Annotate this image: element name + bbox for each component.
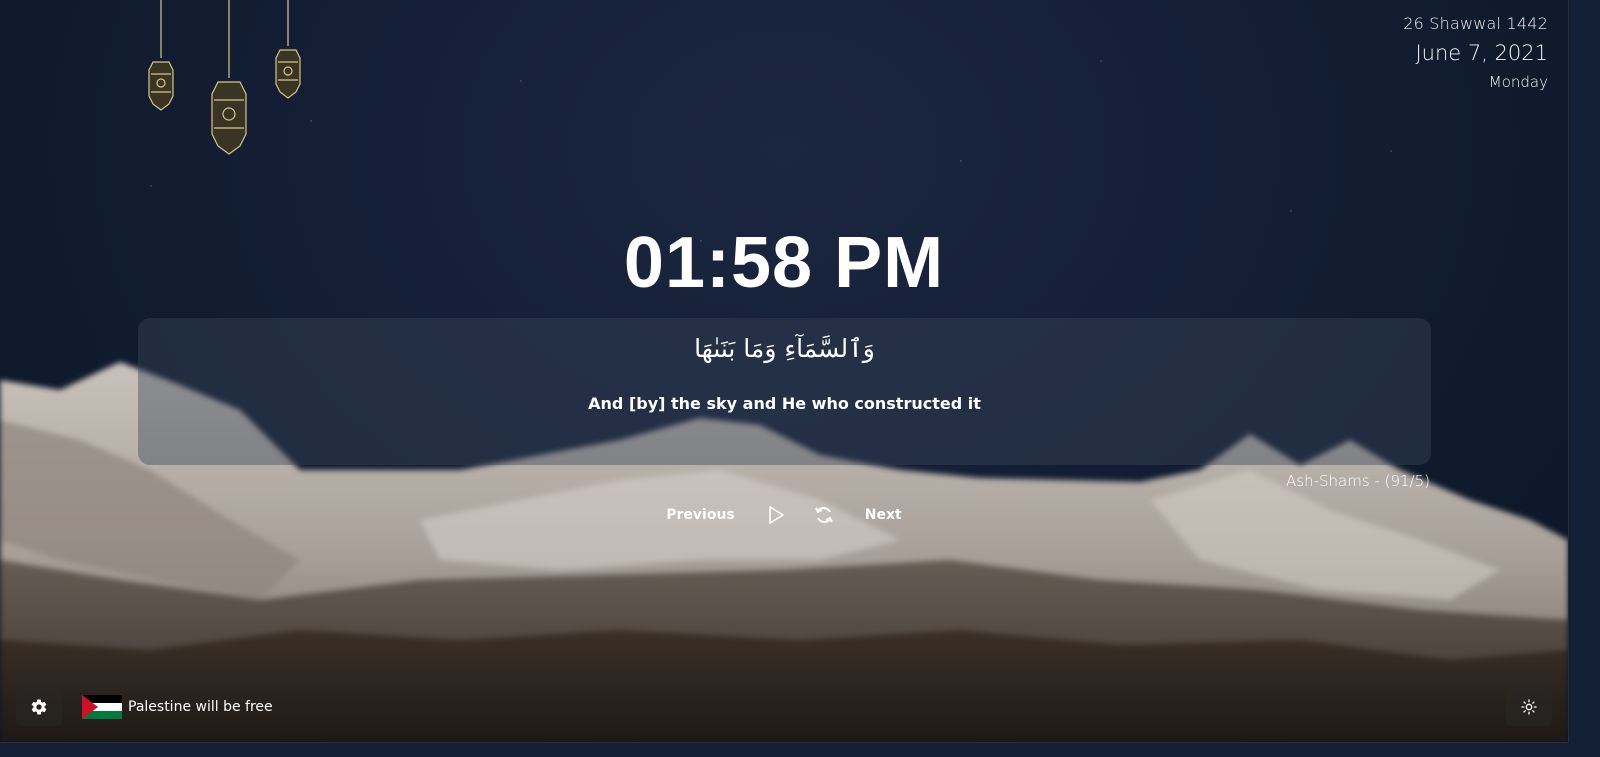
hijri-date: 26 Shawwal 1442 (1403, 14, 1548, 33)
previous-button[interactable]: Previous (662, 507, 739, 523)
new-tab-page: 26 Shawwal 1442 June 7, 2021 Monday 01:5… (0, 0, 1569, 743)
gear-icon (31, 699, 47, 715)
clock-time: 01:58 PM (623, 223, 945, 303)
palestine-text: Palestine will be free (128, 699, 273, 715)
play-icon[interactable] (765, 504, 787, 526)
verse-card: وَٱلسَّمَآءِ وَمَا بَنَىٰهَا And [by] th… (138, 318, 1431, 465)
verse-arabic: وَٱلسَّمَآءِ وَمَا بَنَىٰهَا (694, 334, 875, 363)
settings-button[interactable] (16, 688, 62, 726)
refresh-icon[interactable] (813, 504, 835, 526)
gregorian-date: June 7, 2021 (1415, 41, 1548, 65)
lanterns-decoration (148, 0, 301, 155)
date-panel: 26 Shawwal 1442 June 7, 2021 Monday (1403, 14, 1548, 91)
weekday: Monday (1488, 73, 1548, 91)
verse-reference: Ash-Shams - (91/5) (1286, 472, 1430, 490)
verse-translation: And [by] the sky and He who constructed … (588, 394, 981, 413)
verse-controls: Previous Next (0, 500, 1568, 530)
sun-icon (1521, 699, 1537, 715)
palestine-banner: Palestine will be free (82, 695, 273, 719)
palestine-flag-icon (82, 695, 122, 719)
next-button[interactable]: Next (861, 507, 906, 523)
theme-toggle-button[interactable] (1506, 688, 1552, 726)
